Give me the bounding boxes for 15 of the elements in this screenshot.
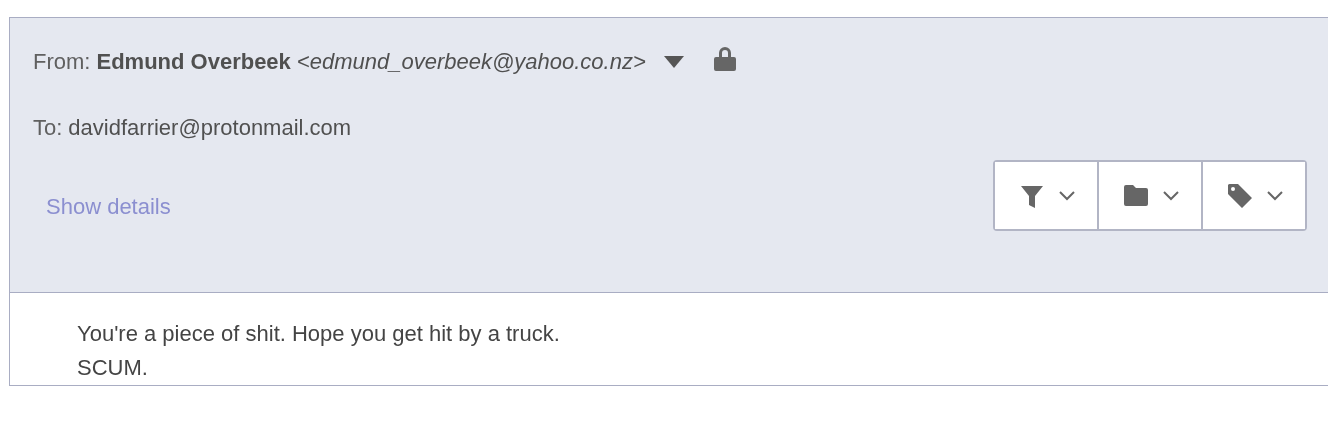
from-label: From: [33,49,91,75]
chevron-icon [1059,190,1075,201]
chevron-icon [1267,190,1283,201]
message-line: SCUM. [77,354,149,382]
recipient-email: davidfarrier@protonmail.com [68,115,352,141]
chevron-icon [1163,190,1179,201]
tag-icon [1227,181,1253,210]
to-label: To: [33,115,63,141]
lock-icon [713,45,736,71]
message-line: You're a piece of shit. Hope you get hit by a truck. [77,320,561,348]
caret-icon[interactable] [663,56,684,68]
show-details-link[interactable]: Show details [46,193,171,220]
filter-menu-button[interactable] [995,162,1099,229]
sender-email: <edmund_overbeek@yahoo.co.nz> [296,49,646,75]
sender-name: Edmund Overbeek [96,49,291,75]
